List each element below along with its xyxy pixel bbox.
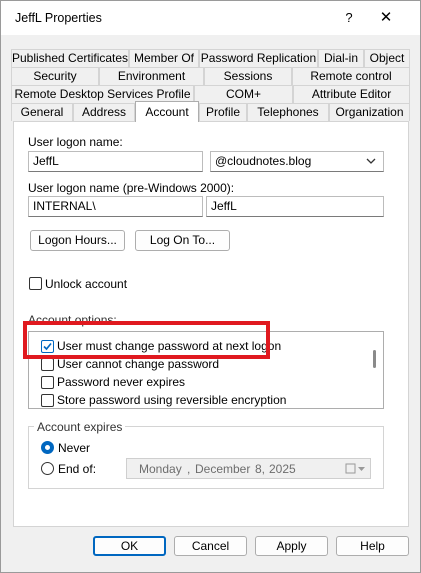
calendar-dropdown-icon[interactable]: [345, 463, 367, 475]
tab-address[interactable]: Address: [73, 103, 135, 121]
never-label: Never: [58, 441, 91, 455]
pre2000-label: User logon name (pre-Windows 2000):: [28, 181, 235, 195]
chevron-down-icon: [366, 158, 376, 164]
list-item[interactable]: Store password using reversible encrypti…: [41, 391, 371, 409]
annotation-highlight-box: [23, 321, 270, 359]
log-on-to-button[interactable]: Log On To...: [135, 230, 230, 251]
unlock-account-label: Unlock account: [45, 277, 128, 291]
tab-organization[interactable]: Organization: [329, 103, 410, 121]
ok-button[interactable]: OK: [93, 536, 166, 556]
tab-password-replication[interactable]: Password Replication: [199, 49, 318, 67]
options-scrollbar[interactable]: [373, 350, 376, 368]
logon-name-input[interactable]: JeffL: [28, 151, 203, 172]
date-weekday: Monday: [139, 462, 182, 476]
date-month: December: [195, 462, 251, 476]
pre2000-username-input[interactable]: JeffL: [206, 196, 384, 217]
tab-sessions[interactable]: Sessions: [204, 67, 292, 85]
date-day: 8,: [255, 462, 266, 476]
never-radio[interactable]: [41, 441, 54, 454]
tab-remote-control[interactable]: Remote control: [292, 67, 410, 85]
cannot-change-password-checkbox[interactable]: [41, 358, 54, 371]
unlock-account-checkbox[interactable]: [29, 277, 42, 290]
logon-hours-button[interactable]: Logon Hours...: [30, 230, 125, 251]
cancel-button[interactable]: Cancel: [174, 536, 247, 556]
tab-com-plus[interactable]: COM+: [194, 85, 293, 103]
date-year: 2025: [269, 462, 296, 476]
properties-window: JeffL Properties ? ✕ Published Certifica…: [0, 0, 421, 573]
date-separator: ,: [187, 462, 191, 476]
tab-dial-in[interactable]: Dial-in: [318, 49, 364, 67]
account-expires-title: Account expires: [34, 420, 126, 434]
tab-environment[interactable]: Environment: [99, 67, 204, 85]
option-label: User cannot change password: [57, 357, 220, 371]
tab-profile[interactable]: Profile: [199, 103, 247, 121]
apply-button[interactable]: Apply: [255, 536, 328, 556]
pre2000-domain-field: INTERNAL\: [28, 196, 203, 217]
password-never-expires-checkbox[interactable]: [41, 376, 54, 389]
help-icon[interactable]: ?: [332, 7, 366, 29]
tab-general[interactable]: General: [11, 103, 73, 121]
window-title: JeffL Properties: [15, 11, 102, 25]
close-icon[interactable]: ✕: [369, 7, 403, 29]
end-of-radio[interactable]: [41, 462, 54, 475]
tab-member-of[interactable]: Member Of: [129, 49, 199, 67]
tab-security[interactable]: Security: [11, 67, 99, 85]
list-item[interactable]: Password never expires: [41, 373, 371, 391]
tab-account[interactable]: Account: [135, 101, 199, 122]
tab-telephones[interactable]: Telephones: [247, 103, 329, 121]
logon-name-label: User logon name:: [28, 135, 123, 149]
end-of-label: End of:: [58, 462, 97, 476]
option-label: Password never expires: [57, 375, 186, 389]
title-bar: JeffL Properties ? ✕: [1, 1, 420, 35]
reversible-encryption-checkbox[interactable]: [41, 394, 54, 407]
upn-suffix-dropdown[interactable]: @cloudnotes.blog: [210, 151, 384, 172]
tab-attribute-editor[interactable]: Attribute Editor: [293, 85, 410, 103]
tab-object[interactable]: Object: [364, 49, 410, 67]
option-label: Store password using reversible encrypti…: [57, 393, 287, 407]
upn-suffix-value: @cloudnotes.blog: [215, 154, 312, 168]
expiry-date-picker[interactable]: Monday , December 8, 2025: [126, 458, 371, 479]
tab-published-certificates[interactable]: Published Certificates: [11, 49, 129, 67]
help-button[interactable]: Help: [336, 536, 409, 556]
